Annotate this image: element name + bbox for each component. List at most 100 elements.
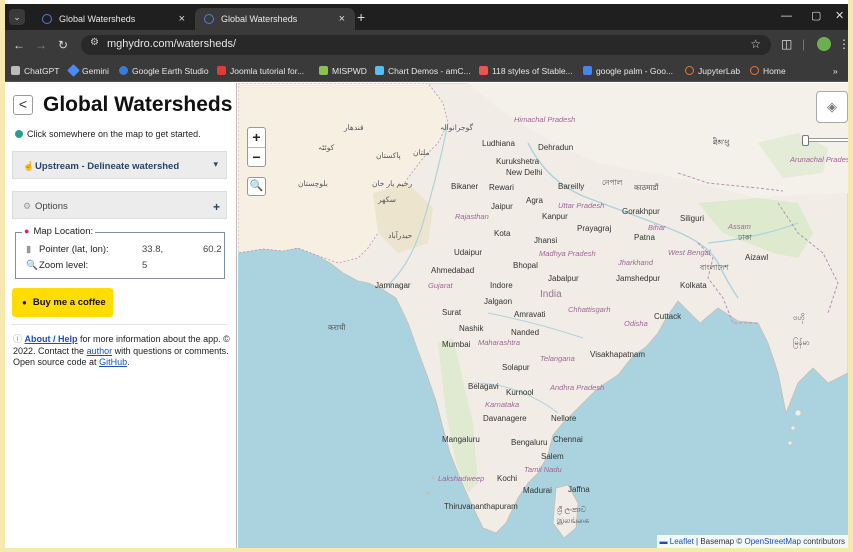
- bookmark-chart-demos[interactable]: Chart Demos - amC...: [375, 64, 471, 78]
- tab-search-button[interactable]: ⌄: [9, 9, 25, 25]
- map-label: گوجرانوالہ: [440, 123, 474, 132]
- jupyter-icon: [750, 66, 759, 75]
- map-label: بلوچستان: [298, 179, 328, 188]
- map-label: پاکستان: [376, 151, 401, 160]
- divider: [12, 324, 227, 325]
- map-label: இலங்கை: [557, 516, 589, 525]
- map-label: Jamshedpur: [616, 274, 661, 283]
- map-label: Ludhiana: [482, 139, 515, 148]
- tab-global-watersheds-1[interactable]: Global Watersheds ×: [33, 8, 195, 30]
- back-arrow-icon[interactable]: ←: [13, 37, 25, 53]
- slider-handle[interactable]: [802, 135, 809, 146]
- zoom-in-button[interactable]: +: [248, 128, 265, 147]
- zoom-level-value: 5: [142, 260, 148, 271]
- close-icon[interactable]: ×: [179, 8, 185, 30]
- bookmark-jupyterlab[interactable]: JupyterLab: [685, 64, 740, 78]
- bookmark-google-earth-studio[interactable]: Google Earth Studio: [119, 64, 209, 78]
- mode-dropdown[interactable]: ☝ Upstream - Delineate watershed ▾: [12, 151, 227, 179]
- map-label: Aizawl: [745, 253, 769, 262]
- close-icon[interactable]: ×: [339, 8, 345, 30]
- plus-icon[interactable]: +: [213, 200, 220, 214]
- tab-global-watersheds-2[interactable]: Global Watersheds ×: [195, 8, 355, 30]
- buy-me-a-coffee-button[interactable]: ● Buy me a coffee: [12, 288, 113, 317]
- caret-down-icon: ▾: [213, 159, 218, 169]
- back-button[interactable]: <: [13, 95, 33, 115]
- map-label: Jaffna: [568, 485, 590, 494]
- layers-icon: ◈: [827, 99, 837, 114]
- jupyter-icon: [685, 66, 694, 75]
- map-label: Davanagere: [483, 414, 527, 423]
- bookmark-star-icon[interactable]: ☆: [750, 37, 761, 51]
- map-label: Kurnool: [506, 388, 534, 397]
- maximize-icon[interactable]: ▢: [811, 8, 821, 24]
- map-label: Bareilly: [558, 182, 585, 191]
- layers-control[interactable]: ◈: [816, 91, 848, 123]
- browser-toolbar: ← → ↻ ⚙ mghydro.com/watersheds/ ☆ ◫ | ⋮: [5, 30, 850, 60]
- tab-strip: ⌄ Global Watersheds × Global Watersheds …: [5, 4, 848, 30]
- map-label: Indore: [490, 281, 513, 290]
- github-link[interactable]: GitHub: [99, 357, 127, 367]
- menu-icon[interactable]: ⋮: [838, 37, 850, 51]
- leaflet-link[interactable]: Leaflet: [670, 537, 694, 546]
- bookmark-google-palm[interactable]: google palm - Goo...: [583, 64, 673, 78]
- about-text: ⓘ About / Help for more information abou…: [13, 334, 230, 367]
- coffee-icon: ●: [22, 298, 27, 307]
- map-label: বাংলাদেশ: [700, 263, 729, 272]
- chart-icon: [375, 66, 384, 75]
- hint-text: Click somewhere on the map to get starte…: [15, 129, 201, 139]
- map-label: Uttar Pradesh: [558, 201, 605, 210]
- tab-title: Global Watersheds: [59, 14, 136, 24]
- pointer-lat: 33.8,: [142, 244, 164, 255]
- extensions-icon[interactable]: ◫: [781, 37, 792, 51]
- new-tab-button[interactable]: +: [357, 9, 365, 25]
- profile-avatar[interactable]: [817, 37, 831, 51]
- map-label: Thiruvananthapuram: [444, 502, 518, 511]
- youtube-icon: [217, 66, 226, 75]
- bookmark-mispwd[interactable]: MISPWD: [319, 64, 367, 78]
- reload-icon[interactable]: ↻: [58, 37, 68, 53]
- map-label: Jaipur: [491, 202, 513, 211]
- map-label: काठमाडौं: [634, 183, 659, 192]
- bookmarks-overflow[interactable]: »: [833, 64, 838, 78]
- map-label: Belagavi: [468, 382, 499, 391]
- openstreetmap-link[interactable]: OpenStreetMap: [744, 537, 800, 546]
- bookmark-joomla[interactable]: Joomla tutorial for...: [217, 64, 304, 78]
- forward-arrow-icon[interactable]: →: [35, 37, 47, 53]
- map-label: Tamil Nadu: [524, 465, 562, 474]
- map-label: Jalgaon: [484, 297, 513, 306]
- zoom-out-button[interactable]: −: [248, 147, 265, 166]
- sidebar: < Global Watersheds Click somewhere on t…: [5, 83, 237, 548]
- mouse-icon: ▮: [26, 244, 32, 255]
- map-label: Prayagraj: [577, 224, 612, 233]
- map-label: Kochi: [497, 474, 518, 483]
- address-bar[interactable]: ⚙ mghydro.com/watersheds/ ☆: [81, 35, 771, 55]
- map-label: Gujarat: [428, 281, 453, 290]
- bookmark-gemini[interactable]: Gemini: [67, 64, 109, 78]
- search-icon: 🔍: [249, 180, 264, 192]
- map-label: Siliguri: [680, 214, 705, 223]
- map-label: Agra: [526, 196, 543, 205]
- options-panel-toggle[interactable]: ⚙ Options +: [12, 191, 227, 219]
- bookmark-home[interactable]: Home: [750, 64, 786, 78]
- opacity-slider[interactable]: [802, 135, 848, 146]
- author-link[interactable]: author: [87, 346, 113, 356]
- map-canvas[interactable]: + − 🔍 ◈ Himachal Pradesh Ludhiana Dehrad…: [238, 83, 848, 548]
- about-help-link[interactable]: About / Help: [25, 334, 78, 344]
- bookmark-chatgpt[interactable]: ChatGPT: [11, 64, 59, 78]
- mode-label: Upstream - Delineate watershed: [35, 161, 180, 172]
- map-label: Kota: [494, 229, 511, 238]
- site-info-icon[interactable]: ⚙: [90, 37, 99, 48]
- map-label: New Delhi: [506, 168, 543, 177]
- map-location-legend: ● Map Location:: [22, 226, 96, 237]
- map-label: India: [540, 289, 562, 300]
- pointer-lon: 60.2: [203, 244, 222, 255]
- bookmark-stable-styles[interactable]: 118 styles of Stable...: [479, 64, 573, 78]
- gemini-icon: [67, 64, 80, 77]
- map-label: Solapur: [502, 363, 530, 372]
- map-label: Nashik: [459, 324, 484, 333]
- zoom-control: + −: [247, 127, 266, 167]
- map-label: Himachal Pradesh: [514, 115, 576, 124]
- minimize-icon[interactable]: —: [781, 8, 792, 24]
- close-window-icon[interactable]: ✕: [835, 8, 844, 24]
- map-search-button[interactable]: 🔍: [247, 177, 266, 196]
